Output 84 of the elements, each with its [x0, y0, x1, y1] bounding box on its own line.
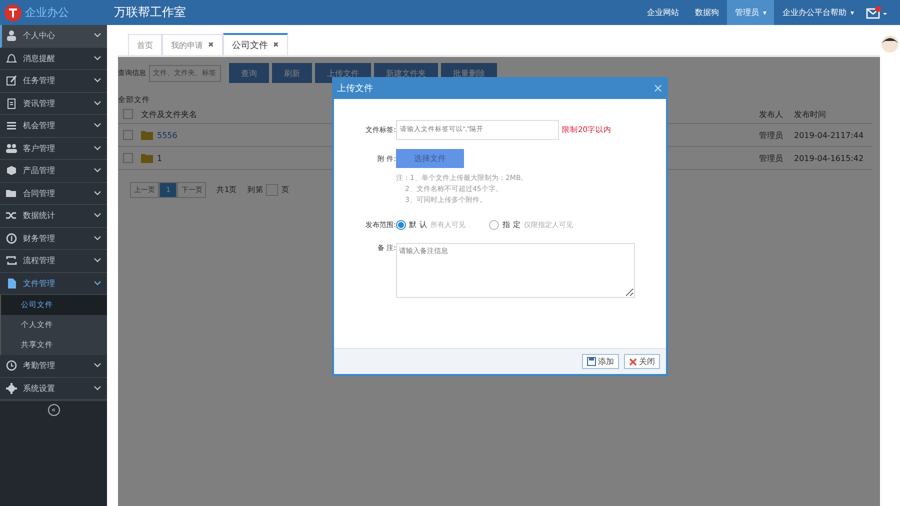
menu-item[interactable]: 财务管理 [0, 228, 107, 250]
chevron-icon [94, 213, 101, 218]
checkbox[interactable] [123, 153, 133, 163]
menu-item[interactable]: 个人中心 [0, 25, 107, 48]
users-icon [6, 142, 17, 154]
chevron-icon [94, 56, 101, 61]
table-cell-text: 管理员 [759, 130, 784, 140]
user-icon [6, 30, 17, 42]
menu-item[interactable]: 文件管理 [0, 272, 107, 295]
radio-button[interactable] [489, 220, 500, 230]
menu-label: 个人中心 [23, 30, 56, 42]
menu-label: 资讯管理 [23, 98, 56, 109]
column-header: 发布人 [759, 108, 784, 120]
menu-label: 财务管理 [23, 232, 56, 244]
chevron-icon [94, 363, 101, 368]
menu-item[interactable]: 数据统计 [0, 205, 107, 228]
chevron-icon [94, 100, 101, 106]
menu-label: 合同管理 [23, 188, 56, 199]
checkbox[interactable] [123, 109, 133, 119]
chevron-icon [94, 280, 101, 286]
menu-label: 流程管理 [23, 255, 56, 266]
header-link[interactable]: 数据狗 [686, 0, 727, 25]
chevron-icon [94, 33, 101, 38]
app-title: 万联帮工作室 [114, 4, 186, 21]
logo-icon [4, 4, 22, 22]
menu-item[interactable]: 消息提醒 [0, 48, 107, 70]
edit-icon [6, 75, 17, 86]
menu-label: 消息提醒 [23, 52, 56, 64]
menu-label: 文件管理 [23, 278, 56, 289]
shuffle-icon [6, 210, 17, 222]
tab-label: 首页 [137, 40, 153, 50]
chevron-icon [94, 78, 101, 84]
menu-label: 系统设置 [23, 382, 56, 394]
list-icon [6, 120, 17, 132]
chevron-icon [94, 168, 101, 174]
column-header: 发布时间 [794, 108, 827, 120]
chevron-icon [94, 146, 101, 151]
tab-label: 我的申请 [171, 40, 203, 50]
tab-label: 公司文件 [232, 40, 268, 52]
checkbox[interactable] [123, 130, 133, 140]
dialog-button[interactable]: 关闭 [624, 354, 660, 369]
menu-item[interactable]: 机会管理 [0, 115, 107, 138]
chevron-icon [94, 386, 101, 391]
menu-item[interactable]: 客户管理 [0, 138, 107, 160]
menu-label: 考勤管理 [23, 360, 56, 372]
radio-button[interactable] [396, 220, 406, 230]
menu-item[interactable]: 任务管理 [0, 70, 107, 92]
page-input[interactable] [266, 184, 278, 196]
file-icon [6, 278, 17, 289]
chevron-icon [94, 123, 101, 128]
box-icon [6, 165, 17, 176]
close-icon [629, 358, 637, 366]
file-name: 1 [157, 154, 162, 162]
logo-text: 企业办公 [25, 5, 69, 20]
menu-label: 任务管理 [23, 75, 56, 86]
chevron-icon [94, 236, 101, 241]
folder-icon [141, 153, 153, 163]
doc-icon [6, 98, 17, 109]
chevron-icon [94, 258, 101, 264]
column-header: 文件及文件夹名 [141, 108, 198, 120]
avatar-icon[interactable] [881, 35, 899, 53]
menu-item[interactable]: 系统设置 [0, 378, 107, 400]
folder-icon [6, 188, 17, 199]
menu-label: 产品管理 [23, 165, 56, 176]
menu-item[interactable]: 资讯管理 [0, 92, 107, 115]
header-link[interactable]: 企业网站 [638, 0, 687, 25]
chevron-icon [94, 190, 101, 196]
menu-item[interactable]: 产品管理 [0, 160, 107, 182]
menu-item[interactable]: 流程管理 [0, 250, 107, 272]
table-cell-text: 管理员 [759, 152, 784, 164]
tab[interactable]: 首页 [128, 34, 162, 55]
menu-label: 机会管理 [23, 120, 56, 132]
dialog-button[interactable]: 添加 [582, 354, 619, 369]
dialog-title: 上传文件 [337, 82, 373, 94]
folder-icon [141, 130, 153, 140]
menu-item[interactable]: 合同管理 [0, 182, 107, 205]
table-cell-text: 2019-04-1615:42 [794, 154, 865, 162]
menu-label: 数据统计 [23, 210, 56, 222]
menu-label: 客户管理 [23, 142, 56, 154]
bell-icon [6, 52, 17, 64]
clock-icon [6, 360, 17, 372]
table-cell-text: 2019-04-2117:44 [794, 130, 865, 140]
save-icon [587, 357, 596, 366]
menu-item[interactable]: 考勤管理 [0, 355, 107, 378]
